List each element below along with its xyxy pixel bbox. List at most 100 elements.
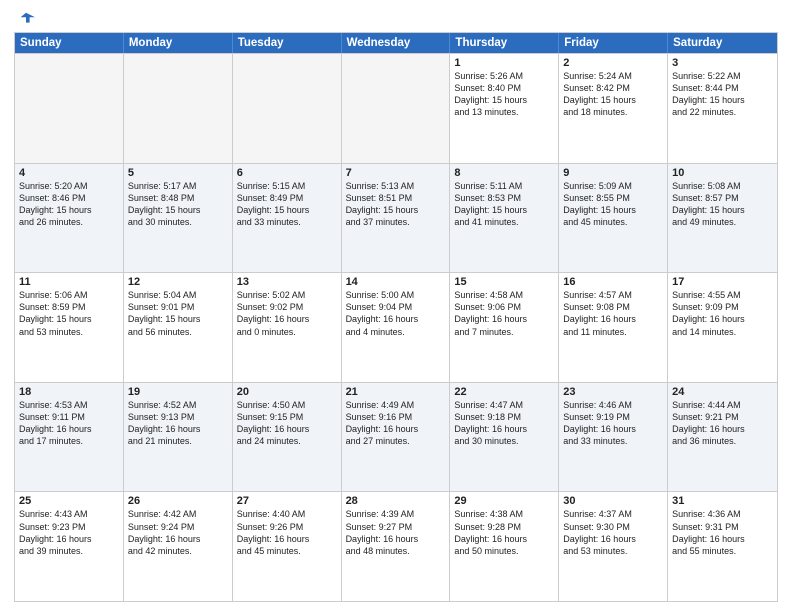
day-number: 31	[672, 495, 773, 507]
day-info: Sunrise: 5:11 AM Sunset: 8:53 PM Dayligh…	[454, 180, 554, 229]
day-number: 20	[237, 386, 337, 398]
calendar-cell: 16Sunrise: 4:57 AM Sunset: 9:08 PM Dayli…	[559, 273, 668, 382]
header-cell-wednesday: Wednesday	[342, 33, 451, 53]
calendar-cell: 17Sunrise: 4:55 AM Sunset: 9:09 PM Dayli…	[668, 273, 777, 382]
day-number: 23	[563, 386, 663, 398]
day-info: Sunrise: 5:08 AM Sunset: 8:57 PM Dayligh…	[672, 180, 773, 229]
calendar-cell	[124, 54, 233, 163]
day-info: Sunrise: 5:15 AM Sunset: 8:49 PM Dayligh…	[237, 180, 337, 229]
header-cell-sunday: Sunday	[15, 33, 124, 53]
calendar-cell: 19Sunrise: 4:52 AM Sunset: 9:13 PM Dayli…	[124, 383, 233, 492]
calendar-cell: 7Sunrise: 5:13 AM Sunset: 8:51 PM Daylig…	[342, 164, 451, 273]
day-number: 10	[672, 167, 773, 179]
day-number: 8	[454, 167, 554, 179]
calendar-cell: 30Sunrise: 4:37 AM Sunset: 9:30 PM Dayli…	[559, 492, 668, 601]
day-info: Sunrise: 5:04 AM Sunset: 9:01 PM Dayligh…	[128, 289, 228, 338]
day-info: Sunrise: 5:09 AM Sunset: 8:55 PM Dayligh…	[563, 180, 663, 229]
day-number: 3	[672, 57, 773, 69]
calendar-cell: 1Sunrise: 5:26 AM Sunset: 8:40 PM Daylig…	[450, 54, 559, 163]
header-cell-thursday: Thursday	[450, 33, 559, 53]
day-info: Sunrise: 4:36 AM Sunset: 9:31 PM Dayligh…	[672, 508, 773, 557]
day-info: Sunrise: 5:13 AM Sunset: 8:51 PM Dayligh…	[346, 180, 446, 229]
day-number: 27	[237, 495, 337, 507]
day-number: 18	[19, 386, 119, 398]
day-number: 13	[237, 276, 337, 288]
calendar-cell: 24Sunrise: 4:44 AM Sunset: 9:21 PM Dayli…	[668, 383, 777, 492]
day-info: Sunrise: 5:20 AM Sunset: 8:46 PM Dayligh…	[19, 180, 119, 229]
calendar-cell: 6Sunrise: 5:15 AM Sunset: 8:49 PM Daylig…	[233, 164, 342, 273]
calendar-cell: 9Sunrise: 5:09 AM Sunset: 8:55 PM Daylig…	[559, 164, 668, 273]
day-number: 25	[19, 495, 119, 507]
calendar-row-4: 18Sunrise: 4:53 AM Sunset: 9:11 PM Dayli…	[15, 382, 777, 492]
calendar-cell: 12Sunrise: 5:04 AM Sunset: 9:01 PM Dayli…	[124, 273, 233, 382]
calendar-cell: 13Sunrise: 5:02 AM Sunset: 9:02 PM Dayli…	[233, 273, 342, 382]
calendar-cell: 23Sunrise: 4:46 AM Sunset: 9:19 PM Dayli…	[559, 383, 668, 492]
calendar-cell: 5Sunrise: 5:17 AM Sunset: 8:48 PM Daylig…	[124, 164, 233, 273]
calendar-cell: 20Sunrise: 4:50 AM Sunset: 9:15 PM Dayli…	[233, 383, 342, 492]
day-number: 7	[346, 167, 446, 179]
calendar-cell: 3Sunrise: 5:22 AM Sunset: 8:44 PM Daylig…	[668, 54, 777, 163]
day-info: Sunrise: 4:40 AM Sunset: 9:26 PM Dayligh…	[237, 508, 337, 557]
calendar-cell: 22Sunrise: 4:47 AM Sunset: 9:18 PM Dayli…	[450, 383, 559, 492]
day-number: 29	[454, 495, 554, 507]
day-info: Sunrise: 4:53 AM Sunset: 9:11 PM Dayligh…	[19, 399, 119, 448]
day-number: 1	[454, 57, 554, 69]
header-cell-tuesday: Tuesday	[233, 33, 342, 53]
logo	[14, 10, 35, 26]
calendar-cell: 4Sunrise: 5:20 AM Sunset: 8:46 PM Daylig…	[15, 164, 124, 273]
calendar-cell: 2Sunrise: 5:24 AM Sunset: 8:42 PM Daylig…	[559, 54, 668, 163]
day-number: 30	[563, 495, 663, 507]
calendar-cell: 15Sunrise: 4:58 AM Sunset: 9:06 PM Dayli…	[450, 273, 559, 382]
day-info: Sunrise: 4:58 AM Sunset: 9:06 PM Dayligh…	[454, 289, 554, 338]
day-info: Sunrise: 4:44 AM Sunset: 9:21 PM Dayligh…	[672, 399, 773, 448]
day-number: 9	[563, 167, 663, 179]
calendar-cell: 14Sunrise: 5:00 AM Sunset: 9:04 PM Dayli…	[342, 273, 451, 382]
calendar-cell: 28Sunrise: 4:39 AM Sunset: 9:27 PM Dayli…	[342, 492, 451, 601]
calendar-cell: 18Sunrise: 4:53 AM Sunset: 9:11 PM Dayli…	[15, 383, 124, 492]
day-number: 19	[128, 386, 228, 398]
day-info: Sunrise: 4:38 AM Sunset: 9:28 PM Dayligh…	[454, 508, 554, 557]
day-info: Sunrise: 4:47 AM Sunset: 9:18 PM Dayligh…	[454, 399, 554, 448]
calendar-row-1: 1Sunrise: 5:26 AM Sunset: 8:40 PM Daylig…	[15, 53, 777, 163]
calendar-body: 1Sunrise: 5:26 AM Sunset: 8:40 PM Daylig…	[15, 53, 777, 601]
day-info: Sunrise: 4:42 AM Sunset: 9:24 PM Dayligh…	[128, 508, 228, 557]
day-number: 17	[672, 276, 773, 288]
day-info: Sunrise: 4:43 AM Sunset: 9:23 PM Dayligh…	[19, 508, 119, 557]
calendar: SundayMondayTuesdayWednesdayThursdayFrid…	[14, 32, 778, 602]
day-number: 11	[19, 276, 119, 288]
calendar-cell	[233, 54, 342, 163]
calendar-cell: 11Sunrise: 5:06 AM Sunset: 8:59 PM Dayli…	[15, 273, 124, 382]
day-info: Sunrise: 4:46 AM Sunset: 9:19 PM Dayligh…	[563, 399, 663, 448]
day-number: 16	[563, 276, 663, 288]
calendar-row-3: 11Sunrise: 5:06 AM Sunset: 8:59 PM Dayli…	[15, 272, 777, 382]
day-info: Sunrise: 5:02 AM Sunset: 9:02 PM Dayligh…	[237, 289, 337, 338]
calendar-cell: 31Sunrise: 4:36 AM Sunset: 9:31 PM Dayli…	[668, 492, 777, 601]
calendar-cell	[15, 54, 124, 163]
header-cell-friday: Friday	[559, 33, 668, 53]
calendar-cell: 26Sunrise: 4:42 AM Sunset: 9:24 PM Dayli…	[124, 492, 233, 601]
day-number: 4	[19, 167, 119, 179]
day-number: 2	[563, 57, 663, 69]
header-cell-saturday: Saturday	[668, 33, 777, 53]
day-number: 22	[454, 386, 554, 398]
calendar-row-2: 4Sunrise: 5:20 AM Sunset: 8:46 PM Daylig…	[15, 163, 777, 273]
calendar-cell: 25Sunrise: 4:43 AM Sunset: 9:23 PM Dayli…	[15, 492, 124, 601]
logo-bird-icon	[17, 10, 35, 28]
calendar-header-row: SundayMondayTuesdayWednesdayThursdayFrid…	[15, 33, 777, 53]
day-info: Sunrise: 5:00 AM Sunset: 9:04 PM Dayligh…	[346, 289, 446, 338]
day-number: 14	[346, 276, 446, 288]
day-info: Sunrise: 4:49 AM Sunset: 9:16 PM Dayligh…	[346, 399, 446, 448]
header-cell-monday: Monday	[124, 33, 233, 53]
day-info: Sunrise: 5:22 AM Sunset: 8:44 PM Dayligh…	[672, 70, 773, 119]
day-info: Sunrise: 5:06 AM Sunset: 8:59 PM Dayligh…	[19, 289, 119, 338]
day-number: 26	[128, 495, 228, 507]
page: SundayMondayTuesdayWednesdayThursdayFrid…	[0, 0, 792, 612]
day-info: Sunrise: 5:26 AM Sunset: 8:40 PM Dayligh…	[454, 70, 554, 119]
calendar-cell: 10Sunrise: 5:08 AM Sunset: 8:57 PM Dayli…	[668, 164, 777, 273]
day-info: Sunrise: 4:55 AM Sunset: 9:09 PM Dayligh…	[672, 289, 773, 338]
calendar-cell: 8Sunrise: 5:11 AM Sunset: 8:53 PM Daylig…	[450, 164, 559, 273]
day-number: 24	[672, 386, 773, 398]
day-number: 12	[128, 276, 228, 288]
day-info: Sunrise: 4:39 AM Sunset: 9:27 PM Dayligh…	[346, 508, 446, 557]
day-number: 28	[346, 495, 446, 507]
